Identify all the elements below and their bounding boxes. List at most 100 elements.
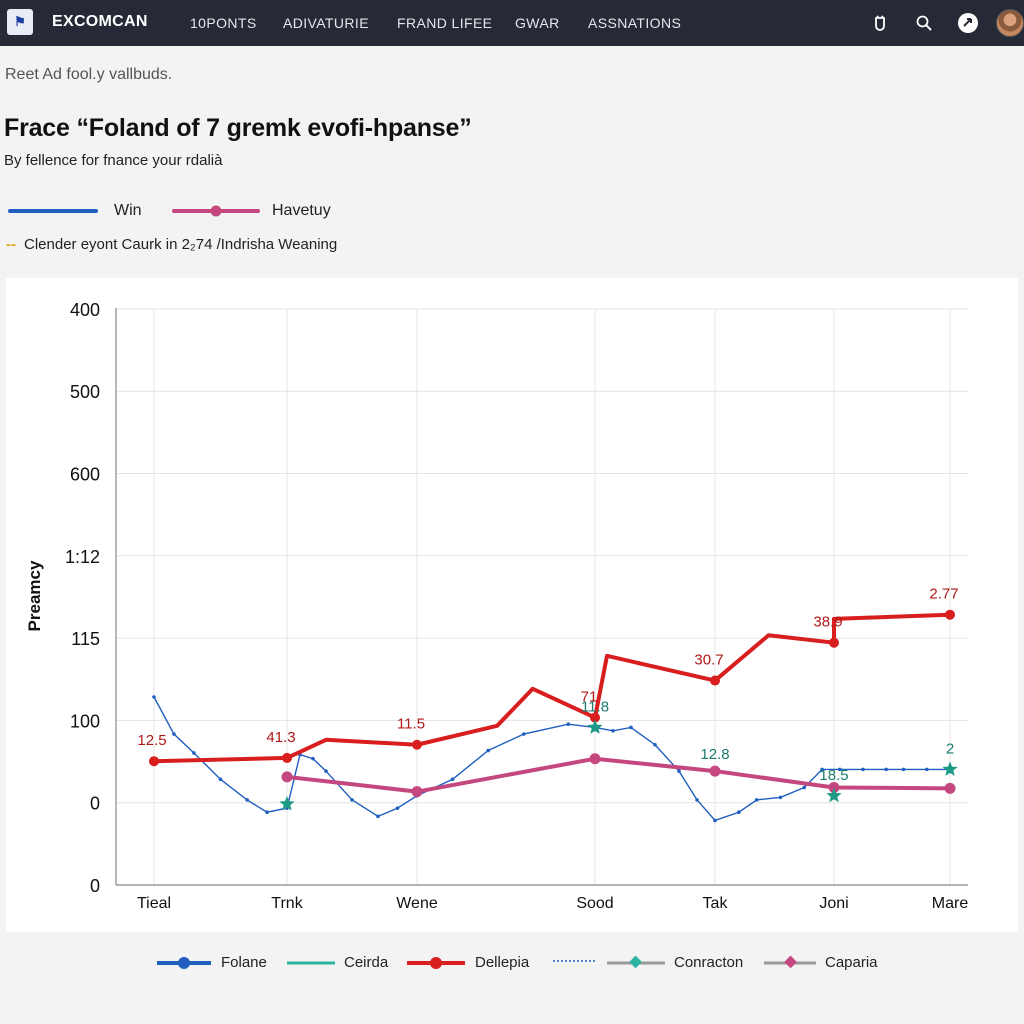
data-label-conracton: 18.5 bbox=[819, 767, 848, 784]
bottom-legend: Folane Ceirda Dellepia Conracton Caparia bbox=[0, 954, 1024, 978]
point-dellepia bbox=[149, 756, 159, 767]
point-folane bbox=[653, 742, 657, 747]
point-caparia bbox=[589, 753, 601, 765]
top-legend-label-win: Win bbox=[114, 202, 142, 219]
caparia-legend-icon bbox=[764, 955, 816, 968]
brand-name[interactable]: EXCOMCAN bbox=[52, 13, 148, 31]
note-text: Clender eyont Caurk in 2₂74 /Indrisha We… bbox=[24, 236, 338, 253]
point-dellepia bbox=[945, 609, 955, 620]
legend-label-conracton: Conracton bbox=[674, 954, 744, 971]
point-dellepia bbox=[282, 752, 292, 763]
point-folane bbox=[566, 722, 571, 726]
point-folane bbox=[522, 732, 526, 736]
point-caparia bbox=[281, 771, 293, 783]
ceirda-legend-icon bbox=[287, 961, 335, 964]
point-dellepia bbox=[710, 675, 720, 686]
top-nav-bar: ⚑ EXCOMCAN 10PONTS ADIVATURIE FRAND LIFE… bbox=[0, 0, 1024, 46]
brand-logo[interactable]: ⚑ bbox=[7, 9, 33, 35]
chart-panel: 0 0 100 115 1:12 600 500 400 Tieal Trnk Wene Sood Ta… bbox=[6, 278, 1018, 932]
y-tick-label: 115 bbox=[71, 629, 100, 649]
y-tick-label: 100 bbox=[70, 711, 100, 731]
havetuy-legend-line-icon bbox=[172, 205, 260, 217]
line-chart: 0 0 100 115 1:12 600 500 400 Tieal Trnk Wene Sood Ta… bbox=[25, 300, 968, 912]
x-tick-label: Wene bbox=[396, 895, 438, 912]
point-folane bbox=[884, 767, 888, 772]
point-caparia bbox=[944, 782, 956, 794]
point-folane bbox=[265, 810, 269, 815]
dotted-legend-icon bbox=[553, 960, 597, 962]
point-folane bbox=[861, 767, 865, 772]
data-label-conracton: 11.8 bbox=[581, 698, 609, 715]
legend-label-caparia: Caparia bbox=[825, 954, 878, 971]
data-label-dellepia: 2.77 bbox=[929, 586, 958, 603]
point-folane bbox=[218, 777, 223, 782]
point-folane bbox=[192, 751, 196, 755]
point-folane bbox=[754, 798, 759, 802]
point-folane bbox=[350, 798, 354, 802]
dellepia-legend-icon bbox=[407, 956, 465, 969]
win-legend-line-icon bbox=[8, 209, 98, 213]
theme-icon[interactable] bbox=[956, 11, 980, 35]
point-dellepia bbox=[829, 637, 839, 648]
top-legend-item-win[interactable]: Win bbox=[8, 202, 142, 220]
note-marker: -- bbox=[6, 236, 16, 253]
nav-item-frand-lifee[interactable]: FRAND LIFEE bbox=[397, 15, 492, 31]
point-folane bbox=[311, 756, 315, 761]
legend-item-folane[interactable]: Folane bbox=[155, 954, 267, 971]
top-legend-item-havetuy[interactable]: Havetuy bbox=[172, 202, 331, 220]
point-folane bbox=[713, 818, 717, 823]
y-tick-label: 600 bbox=[70, 465, 100, 485]
avatar[interactable] bbox=[996, 9, 1024, 37]
legend-label-folane: Folane bbox=[221, 954, 267, 971]
x-tick-label: Trnk bbox=[271, 895, 303, 912]
point-folane bbox=[737, 810, 741, 815]
x-tick-label: Sood bbox=[576, 895, 613, 912]
legend-item-dellepia[interactable]: Dellepia bbox=[405, 954, 529, 971]
nav-item-adivaturie[interactable]: ADIVATURIE bbox=[283, 15, 369, 31]
data-label-dellepia: 11.5 bbox=[397, 716, 425, 733]
chart-note: -- Clender eyont Caurk in 2₂74 /Indrisha … bbox=[6, 236, 337, 253]
y-tick-label: 500 bbox=[70, 382, 100, 402]
y-tick-label: 0 bbox=[90, 794, 100, 814]
x-tick-label: Joni bbox=[819, 895, 848, 912]
point-folane bbox=[611, 728, 615, 733]
breadcrumb: Reet Ad fool.y vallbuds. bbox=[5, 66, 173, 83]
legend-item-ceirda[interactable]: Ceirda bbox=[286, 954, 388, 971]
point-folane bbox=[486, 748, 491, 753]
point-folane bbox=[152, 695, 156, 699]
legend-label-ceirda: Ceirda bbox=[344, 954, 389, 971]
y-tick-label: 0 bbox=[90, 876, 100, 896]
point-caparia bbox=[411, 786, 423, 798]
page-subtitle: By fellence for fnance your rdalià bbox=[4, 152, 223, 169]
point-folane bbox=[395, 806, 400, 810]
nav-item-gwar[interactable]: GWAR bbox=[515, 15, 560, 31]
nav-item-points[interactable]: 10PONTS bbox=[190, 15, 257, 31]
point-folane bbox=[376, 814, 380, 819]
data-label-dellepia: 38.9 bbox=[813, 614, 842, 631]
legend-item-dotted[interactable] bbox=[552, 954, 598, 968]
y-tick-label: 1:12 bbox=[65, 547, 100, 567]
top-legend-label-havetuy: Havetuy bbox=[272, 202, 331, 219]
legend-label-dellepia: Dellepia bbox=[475, 954, 530, 971]
point-folane bbox=[172, 732, 176, 736]
point-folane bbox=[925, 767, 929, 772]
point-folane bbox=[450, 777, 455, 782]
point-folane bbox=[695, 798, 699, 802]
x-tick-label: Tieal bbox=[137, 895, 171, 912]
point-folane bbox=[245, 798, 249, 802]
legend-item-conracton[interactable]: Conracton bbox=[606, 954, 743, 971]
legend-item-caparia[interactable]: Caparia bbox=[763, 954, 878, 971]
point-folane bbox=[802, 785, 807, 790]
data-label-conracton: 2 bbox=[946, 740, 954, 757]
x-tick-label: Tak bbox=[703, 895, 729, 912]
point-folane bbox=[901, 767, 906, 772]
page-title: Frace “Foland of 7 gremk evofi-hpanse” bbox=[4, 114, 472, 142]
nav-item-assnations[interactable]: ASSNATIONS bbox=[588, 15, 681, 31]
point-folane bbox=[778, 795, 783, 800]
search-icon[interactable] bbox=[912, 11, 936, 35]
point-folane bbox=[629, 725, 633, 730]
data-label-dellepia: 12.5 bbox=[137, 732, 166, 749]
series-line-caparia bbox=[286, 756, 951, 794]
bell-icon[interactable] bbox=[868, 11, 892, 35]
point-folane bbox=[677, 769, 681, 773]
